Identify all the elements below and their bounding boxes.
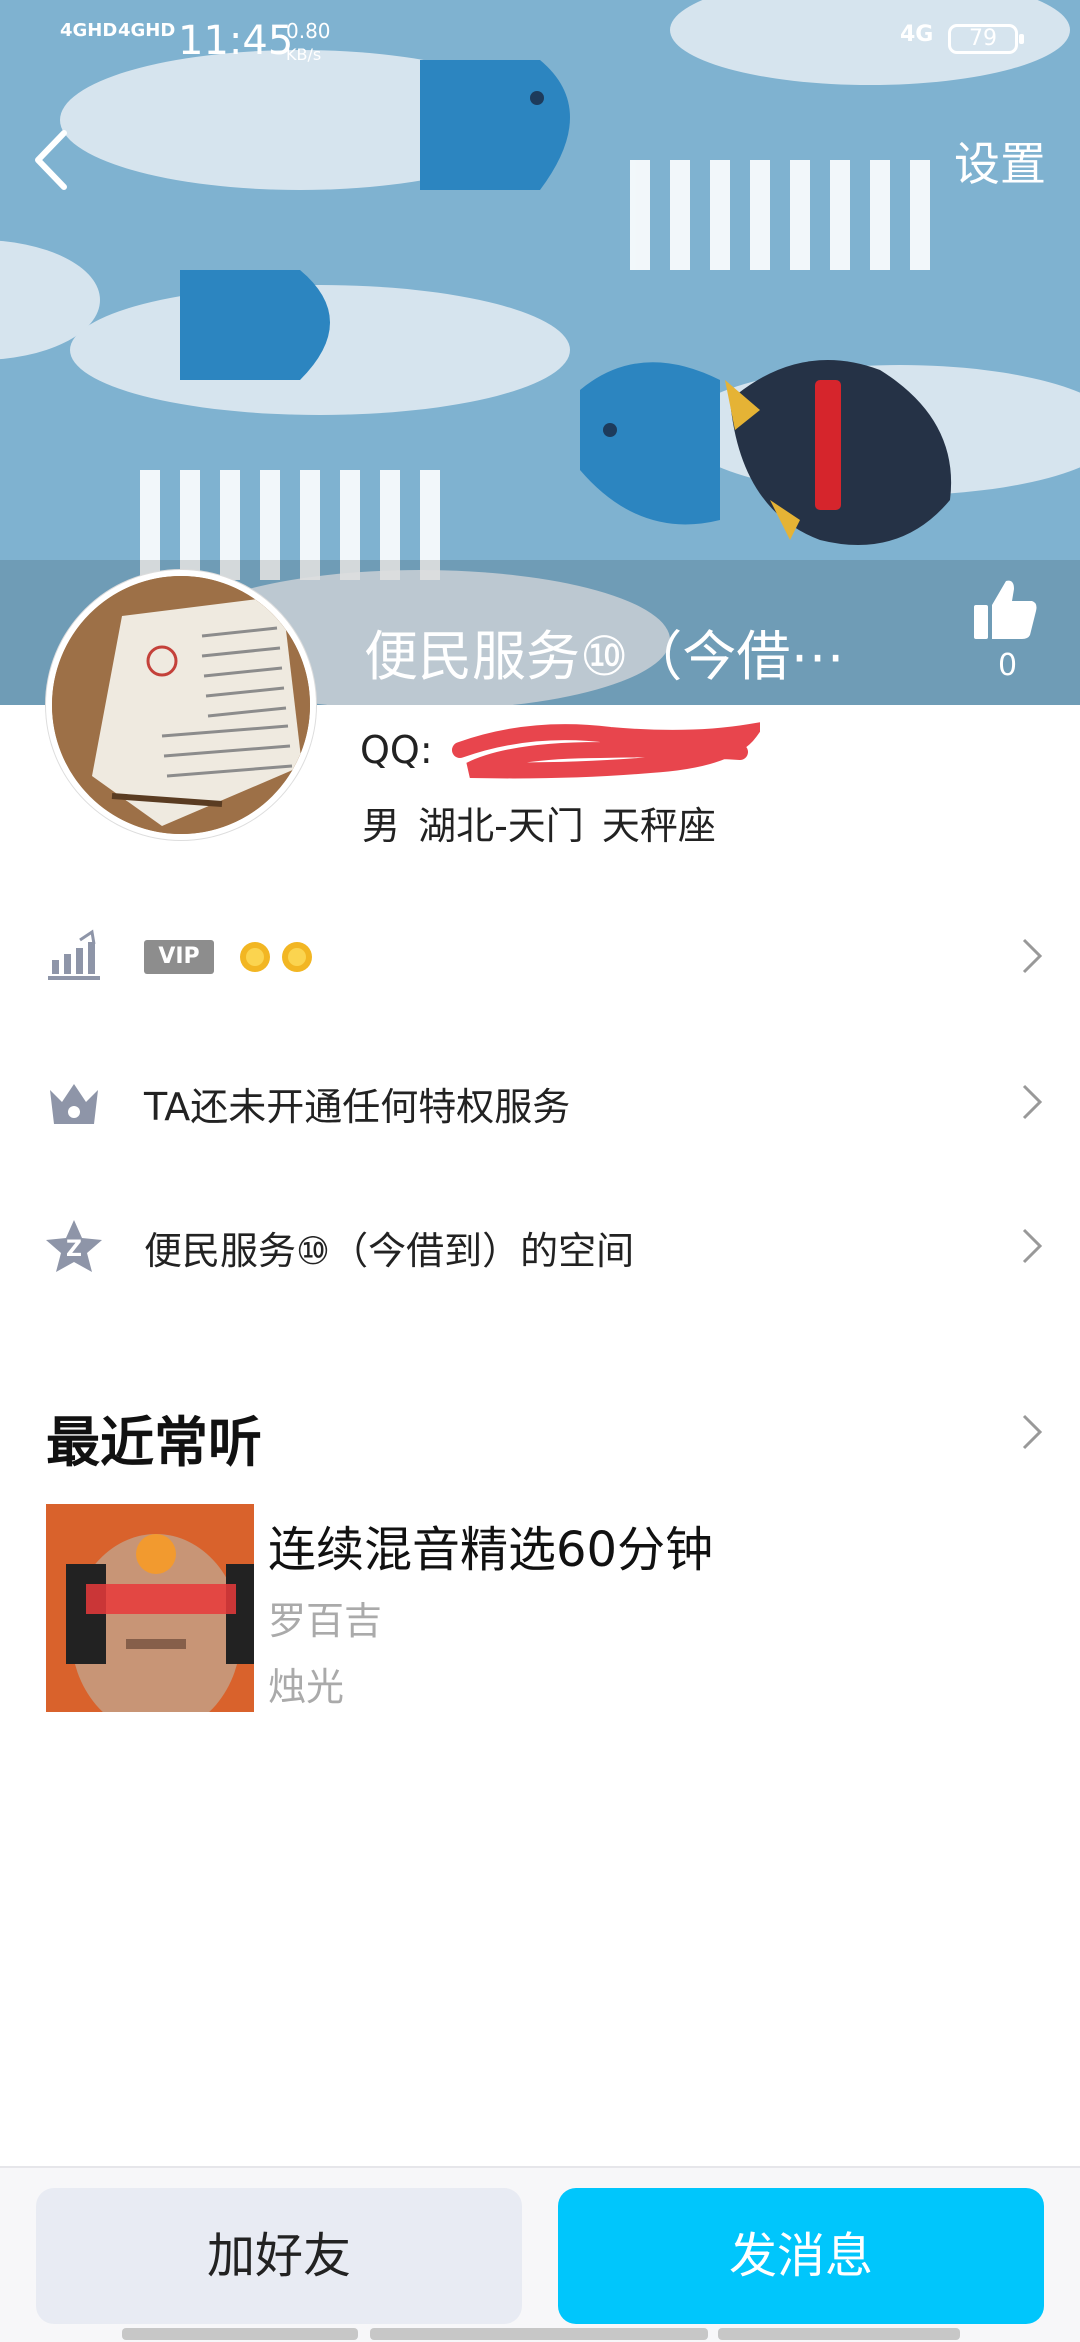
profile-info: 男 湖北-天门 天秤座 <box>362 804 716 848</box>
battery-level: 79 <box>969 26 997 51</box>
svg-text:Z: Z <box>66 1237 82 1262</box>
qzone-row[interactable]: Z 便民服务⑩（今借到）的空间 <box>0 1186 1080 1306</box>
network-speed: 0.80 KB/s <box>286 20 331 66</box>
like-count: 0 <box>998 648 1018 683</box>
status-bar: 4GHD 4GHD 11:45 0.80 KB/s 4G 79 <box>0 0 1080 80</box>
profile-nickname: 便民服务⑩（今借⋯ <box>364 625 845 688</box>
like-button[interactable] <box>970 575 1040 645</box>
song-title[interactable]: 连续混音精选60分钟 <box>268 1510 713 1580</box>
send-message-button[interactable]: 发消息 <box>558 2188 1044 2324</box>
privilege-services-label: TA还未开通任何特权服务 <box>144 1085 571 1129</box>
crown-icon <box>50 1084 98 1124</box>
nav-indicator <box>122 2328 358 2340</box>
network-type: 4G <box>900 22 934 47</box>
chevron-left-icon <box>35 130 67 190</box>
chevron-right-icon[interactable] <box>1020 1412 1044 1452</box>
chevron-right-icon <box>1022 1084 1043 1120</box>
nav-indicator <box>718 2328 960 2340</box>
album-cover-art <box>46 1504 254 1712</box>
chevron-right-icon <box>1022 1228 1043 1264</box>
qq-number-redaction <box>452 722 760 779</box>
thumbs-up-icon <box>974 580 1037 639</box>
song-album: 烛光 <box>268 1665 345 1709</box>
network-speed-unit: KB/s <box>286 45 322 64</box>
signal-strength-icon-2: 4GHD <box>118 20 176 41</box>
qzone-star-icon: Z <box>46 1220 102 1272</box>
avatar-image <box>52 576 310 834</box>
qzone-label: 便民服务⑩（今借到）的空间 <box>144 1229 635 1273</box>
battery-icon: 79 <box>948 24 1024 54</box>
sun-icon <box>282 942 312 972</box>
vip-badge: VIP <box>144 940 214 974</box>
clock: 11:45 <box>178 18 294 64</box>
vip-level-row[interactable]: VIP <box>0 896 1080 1016</box>
avatar[interactable] <box>46 570 316 840</box>
add-friend-button[interactable]: 加好友 <box>36 2188 522 2324</box>
level-chart-icon <box>48 929 100 980</box>
qq-number-label: QQ: <box>360 728 433 772</box>
back-button[interactable] <box>28 125 78 195</box>
bottom-action-bar: 加好友 发消息 <box>0 2166 1080 2342</box>
nav-indicator <box>370 2328 708 2340</box>
signal-strength-icon: 4GHD <box>60 20 118 41</box>
song-artist: 罗百吉 <box>268 1599 383 1643</box>
settings-button[interactable]: 设置 <box>954 128 1046 194</box>
privilege-services-row[interactable]: TA还未开通任何特权服务 <box>0 1042 1080 1162</box>
chevron-right-icon <box>1022 938 1043 974</box>
network-speed-value: 0.80 <box>286 19 331 43</box>
sun-icon <box>240 942 270 972</box>
album-cover[interactable] <box>46 1504 254 1712</box>
recent-music-title: 最近常听 <box>46 1411 262 1474</box>
